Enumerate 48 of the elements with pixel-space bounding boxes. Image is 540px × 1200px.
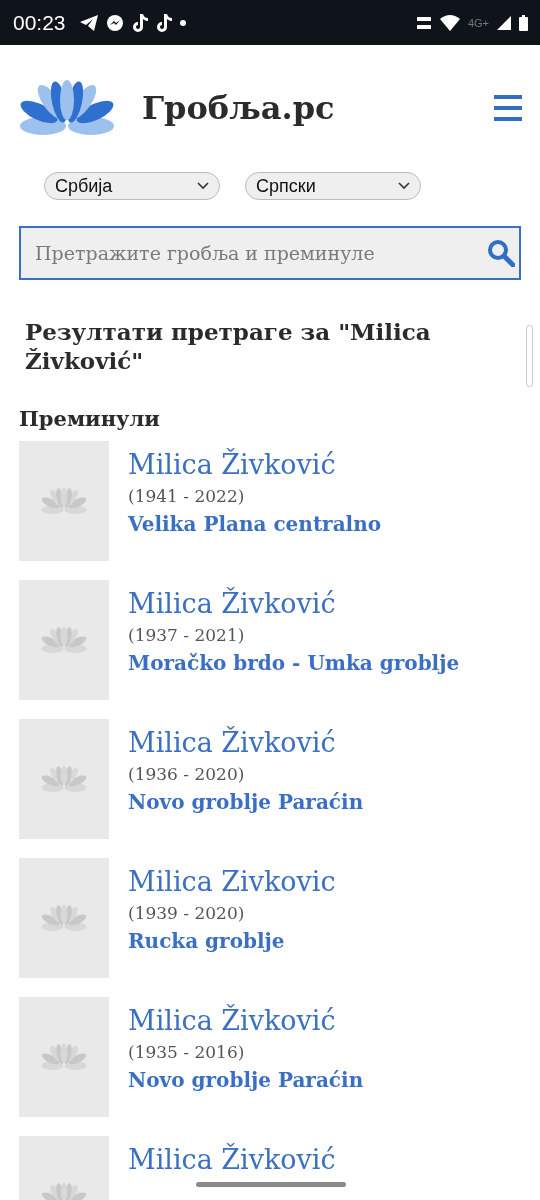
network-type: 4G+ <box>467 16 489 29</box>
scrollbar[interactable] <box>526 325 533 387</box>
person-name-link[interactable]: Milica Živković <box>128 1143 336 1175</box>
wifi-icon <box>439 14 460 31</box>
flower-icon <box>41 625 87 654</box>
music-note-icon <box>131 13 148 32</box>
paper-plane-icon <box>79 14 98 31</box>
cemetery-link[interactable]: Velika Plana centralno <box>128 511 382 536</box>
chat-bubble-icon <box>105 13 124 32</box>
life-years: (1941 - 2022) <box>128 485 246 506</box>
cemetery-link[interactable]: Moračko brdo - Umka groblje <box>128 650 460 675</box>
flower-icon <box>41 903 87 932</box>
person-name-link[interactable]: Milica Živković <box>128 726 364 758</box>
music-note-icon <box>155 13 172 32</box>
placeholder-image[interactable] <box>19 440 109 561</box>
site-title[interactable]: Гробља.рс <box>142 89 335 127</box>
cemetery-link[interactable]: Novo groblje Paraćin <box>128 789 364 814</box>
flower-icon <box>41 1042 87 1071</box>
life-years: (1937 - 2021) <box>128 624 246 645</box>
placeholder-image[interactable] <box>19 579 109 700</box>
battery-icon <box>519 14 528 31</box>
logo-icon[interactable] <box>19 80 115 136</box>
clock: 00:23 <box>13 10 66 35</box>
flower-icon <box>41 486 87 515</box>
section-title: Преминули <box>19 405 161 431</box>
life-years: (1936 - 2020) <box>128 763 246 784</box>
person-name-link[interactable]: Milica Živković <box>128 587 460 619</box>
dot-icon <box>179 19 186 26</box>
flower-icon <box>41 764 87 793</box>
results-heading: Резултати претраге за "Milica Živković" <box>25 318 432 376</box>
person-name-link[interactable]: Milica Živković <box>128 1004 364 1036</box>
life-years: (1939 - 2020) <box>128 902 246 923</box>
dropdown[interactable]: Србија <box>44 172 220 200</box>
placeholder-image[interactable] <box>19 996 109 1117</box>
search-field[interactable]: Претражите гробља и преминуле <box>19 226 521 280</box>
placeholder-image[interactable] <box>19 718 109 839</box>
menu-icon[interactable] <box>494 95 522 121</box>
person-name-link[interactable]: Milica Živković <box>128 448 382 480</box>
cemetery-link[interactable]: Rucka groblje <box>128 928 336 953</box>
dropdown[interactable]: Српски <box>245 172 421 200</box>
chevron-down-icon <box>197 182 209 190</box>
search-icon[interactable] <box>487 239 515 267</box>
signal-icon <box>497 15 511 30</box>
life-years: (1935 - 2016) <box>128 1041 246 1062</box>
placeholder-image[interactable] <box>19 857 109 978</box>
cemetery-link[interactable]: Novo groblje Paraćin <box>128 1067 364 1092</box>
person-name-link[interactable]: Milica Zivkovic <box>128 865 336 897</box>
chevron-down-icon <box>398 182 410 190</box>
